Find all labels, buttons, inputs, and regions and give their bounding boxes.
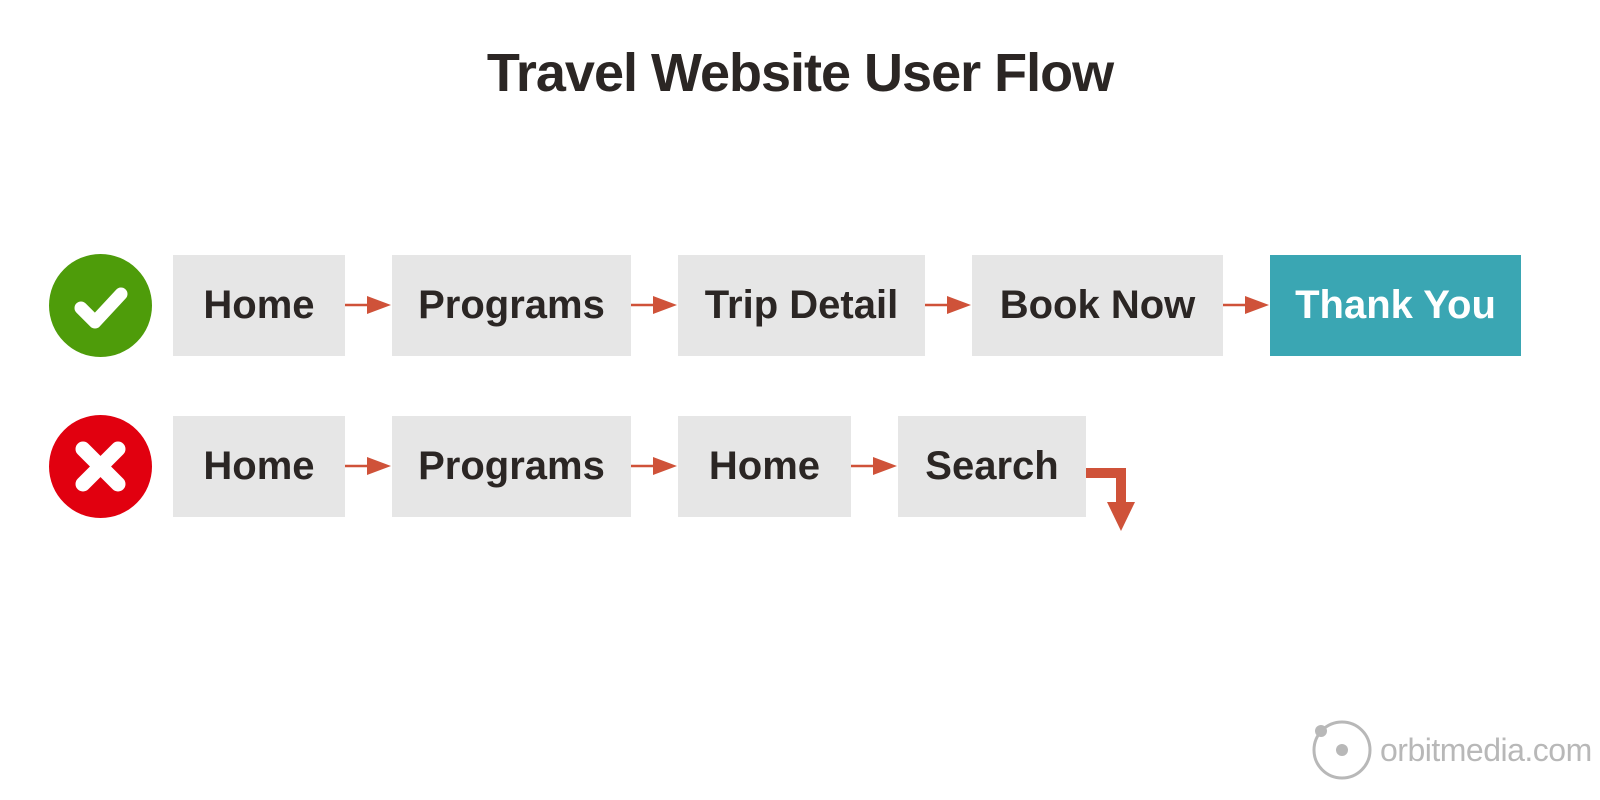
flow-failure-step-4: Search <box>898 416 1086 517</box>
step-label: Programs <box>418 444 605 488</box>
flow-success-step-4: Book Now <box>972 255 1223 356</box>
step-label: Home <box>203 444 315 488</box>
arrow-right-icon <box>345 295 392 315</box>
step-label: Search <box>925 444 1059 488</box>
step-label: Home <box>708 444 821 488</box>
x-icon <box>75 441 126 492</box>
step-label: Programs <box>418 283 605 327</box>
orbit-icon <box>1312 720 1372 780</box>
arrow-right-icon <box>925 295 972 315</box>
logo-text: orbitmedia.com <box>1380 731 1592 768</box>
flow-failure-step-2: Programs <box>392 416 631 517</box>
flow-success-step-3: Trip Detail <box>678 255 925 356</box>
flow-success-step-5-final: Thank You <box>1270 255 1521 356</box>
arrow-right-icon <box>631 456 678 476</box>
arrow-right-icon <box>631 295 678 315</box>
flow-failure-step-1: Home <box>173 416 345 517</box>
step-label: Home <box>203 283 315 327</box>
arrow-right-icon <box>345 456 392 476</box>
flow-failure-step-3: Home <box>678 416 851 517</box>
arrow-right-icon <box>851 456 898 476</box>
flow-success-step-1: Home <box>173 255 345 356</box>
flow-success-step-2: Programs <box>392 255 631 356</box>
diagram-title: Travel Website User Flow <box>486 43 1114 103</box>
check-icon <box>74 287 128 329</box>
step-label: Book Now <box>999 283 1196 327</box>
step-label: Trip Detail <box>704 283 899 327</box>
failure-badge <box>49 415 152 518</box>
success-badge <box>49 254 152 357</box>
step-label: Thank You <box>1295 283 1496 327</box>
arrow-right-icon <box>1223 295 1270 315</box>
exit-down-arrow-icon <box>1086 468 1146 538</box>
orbitmedia-logo: orbitmedia.com <box>1310 718 1592 782</box>
